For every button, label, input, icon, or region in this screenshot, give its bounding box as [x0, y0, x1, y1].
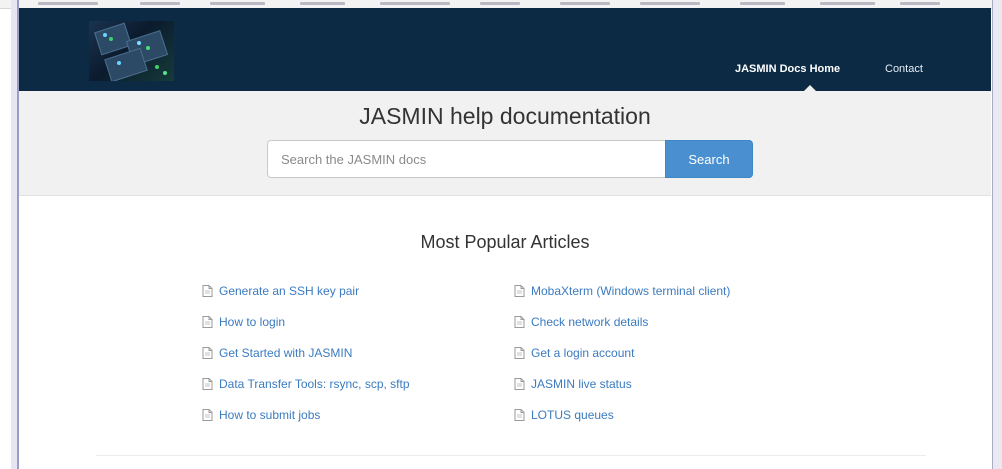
article-link-data-transfer-tools[interactable]: Data Transfer Tools: rsync, scp, sftp	[219, 377, 410, 391]
document-icon	[514, 378, 525, 390]
article-link-submit-jobs[interactable]: How to submit jobs	[219, 408, 320, 422]
list-item: Get Started with JASMIN	[202, 346, 410, 377]
article-link-login-account[interactable]: Get a login account	[531, 346, 634, 360]
document-icon	[202, 285, 213, 297]
list-item: JASMIN live status	[514, 377, 730, 408]
list-item: How to login	[202, 315, 410, 346]
hero-banner: JASMIN help documentation Search	[19, 91, 991, 196]
docs-page: JASMIN Docs Home Contact JASMIN help doc…	[19, 8, 991, 469]
page-title: JASMIN help documentation	[359, 103, 651, 129]
list-item: Check network details	[514, 315, 730, 346]
window-right-border	[992, 0, 1002, 469]
article-link-get-started[interactable]: Get Started with JASMIN	[219, 346, 352, 360]
popular-articles-right: MobaXterm (Windows terminal client) Chec…	[514, 284, 730, 439]
document-icon	[202, 409, 213, 421]
list-item: MobaXterm (Windows terminal client)	[514, 284, 730, 315]
server-rack-logo-icon[interactable]	[89, 21, 174, 81]
search-input[interactable]	[267, 140, 665, 178]
document-icon	[514, 316, 525, 328]
top-navbar: JASMIN Docs Home Contact	[19, 8, 991, 91]
document-icon	[202, 347, 213, 359]
window-left-border	[11, 0, 19, 469]
article-link-how-to-login[interactable]: How to login	[219, 315, 285, 329]
article-link-network-details[interactable]: Check network details	[531, 315, 648, 329]
popular-articles-left: Generate an SSH key pair How to login Ge…	[202, 284, 410, 439]
list-item: Data Transfer Tools: rsync, scp, sftp	[202, 377, 410, 408]
list-item: Get a login account	[514, 346, 730, 377]
section-divider	[96, 455, 926, 456]
article-link-live-status[interactable]: JASMIN live status	[531, 377, 632, 391]
list-item: LOTUS queues	[514, 408, 730, 439]
article-link-mobaxterm[interactable]: MobaXterm (Windows terminal client)	[531, 284, 730, 298]
document-icon	[514, 285, 525, 297]
nav-docs-home[interactable]: JASMIN Docs Home	[735, 63, 840, 75]
list-item: How to submit jobs	[202, 408, 410, 439]
document-icon	[514, 409, 525, 421]
nav-contact[interactable]: Contact	[885, 63, 923, 75]
document-icon	[514, 347, 525, 359]
article-link-lotus-queues[interactable]: LOTUS queues	[531, 408, 614, 422]
browser-window: JASMIN Docs Home Contact JASMIN help doc…	[0, 0, 1002, 469]
search-button[interactable]: Search	[665, 140, 753, 178]
document-icon	[202, 316, 213, 328]
document-icon	[202, 378, 213, 390]
article-link-ssh-key-pair[interactable]: Generate an SSH key pair	[219, 284, 359, 298]
list-item: Generate an SSH key pair	[202, 284, 410, 315]
popular-articles-heading: Most Popular Articles	[420, 232, 590, 252]
